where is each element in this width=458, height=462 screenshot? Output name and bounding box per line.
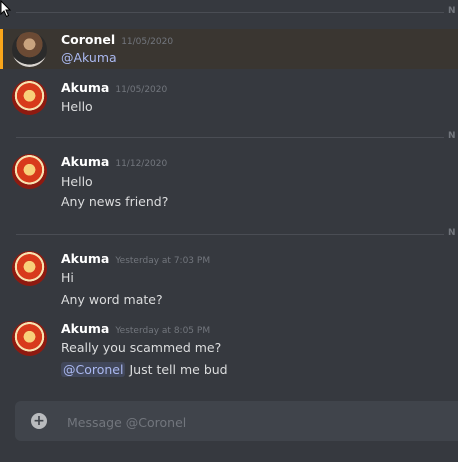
message-line: @Coronel Just tell me bud [61, 362, 228, 377]
date-divider-label: N [444, 131, 458, 141]
avatar-akuma[interactable] [12, 80, 47, 115]
chat-view: N Coronel 11/05/2020 @Akuma Akuma 11/05/20… [0, 0, 458, 462]
date-divider: N [16, 228, 458, 238]
avatar-coronel[interactable] [12, 32, 47, 67]
username-coronel[interactable]: Coronel 11/05/2020 [61, 32, 173, 47]
mention-akuma[interactable]: @Akuma [61, 50, 117, 65]
timestamp: 11/12/2020 [115, 159, 168, 169]
date-divider-label: N [444, 6, 458, 16]
mouse-pointer-icon [0, 0, 12, 18]
message-line: Any news friend? [61, 194, 169, 209]
message-akuma-3: Akuma Yesterday at 7:03 PM Hi Any word ma… [0, 246, 458, 312]
add-attachment-icon[interactable]: + [31, 413, 47, 429]
message-line: Hello [61, 174, 93, 189]
avatar-akuma[interactable] [12, 251, 47, 286]
date-divider: N [16, 6, 458, 16]
message-akuma-1: Akuma 11/05/2020 Hello [0, 76, 458, 120]
timestamp: 11/05/2020 [115, 85, 168, 95]
message-line: Hi [61, 270, 74, 285]
message-akuma-2: Akuma 11/12/2020 Hello Any news friend? [0, 150, 458, 216]
avatar-akuma[interactable] [12, 154, 47, 189]
message-input[interactable] [65, 411, 439, 433]
message-line: Any word mate? [61, 292, 163, 307]
username-akuma[interactable]: Akuma 11/12/2020 [61, 154, 167, 169]
username-akuma[interactable]: Akuma 11/05/2020 [61, 80, 167, 95]
timestamp: Yesterday at 8:05 PM [115, 326, 211, 336]
timestamp: 11/05/2020 [121, 37, 174, 47]
username-akuma[interactable]: Akuma Yesterday at 7:03 PM [61, 251, 210, 266]
message-line: @Akuma [61, 50, 117, 65]
message-akuma-4: Akuma Yesterday at 8:05 PM Really you sca… [0, 316, 458, 382]
date-divider: N [16, 131, 458, 141]
date-divider-label: N [444, 228, 458, 238]
mention-coronel[interactable]: @Coronel [61, 362, 126, 377]
message-line: Hello [61, 99, 93, 114]
message-line: Really you scammed me? [61, 340, 222, 355]
timestamp: Yesterday at 7:03 PM [115, 256, 211, 266]
avatar-akuma[interactable] [12, 321, 47, 356]
message-coronel-1[interactable]: Coronel 11/05/2020 @Akuma [0, 29, 458, 69]
username-akuma[interactable]: Akuma Yesterday at 8:05 PM [61, 321, 210, 336]
message-composer: + [15, 401, 458, 441]
